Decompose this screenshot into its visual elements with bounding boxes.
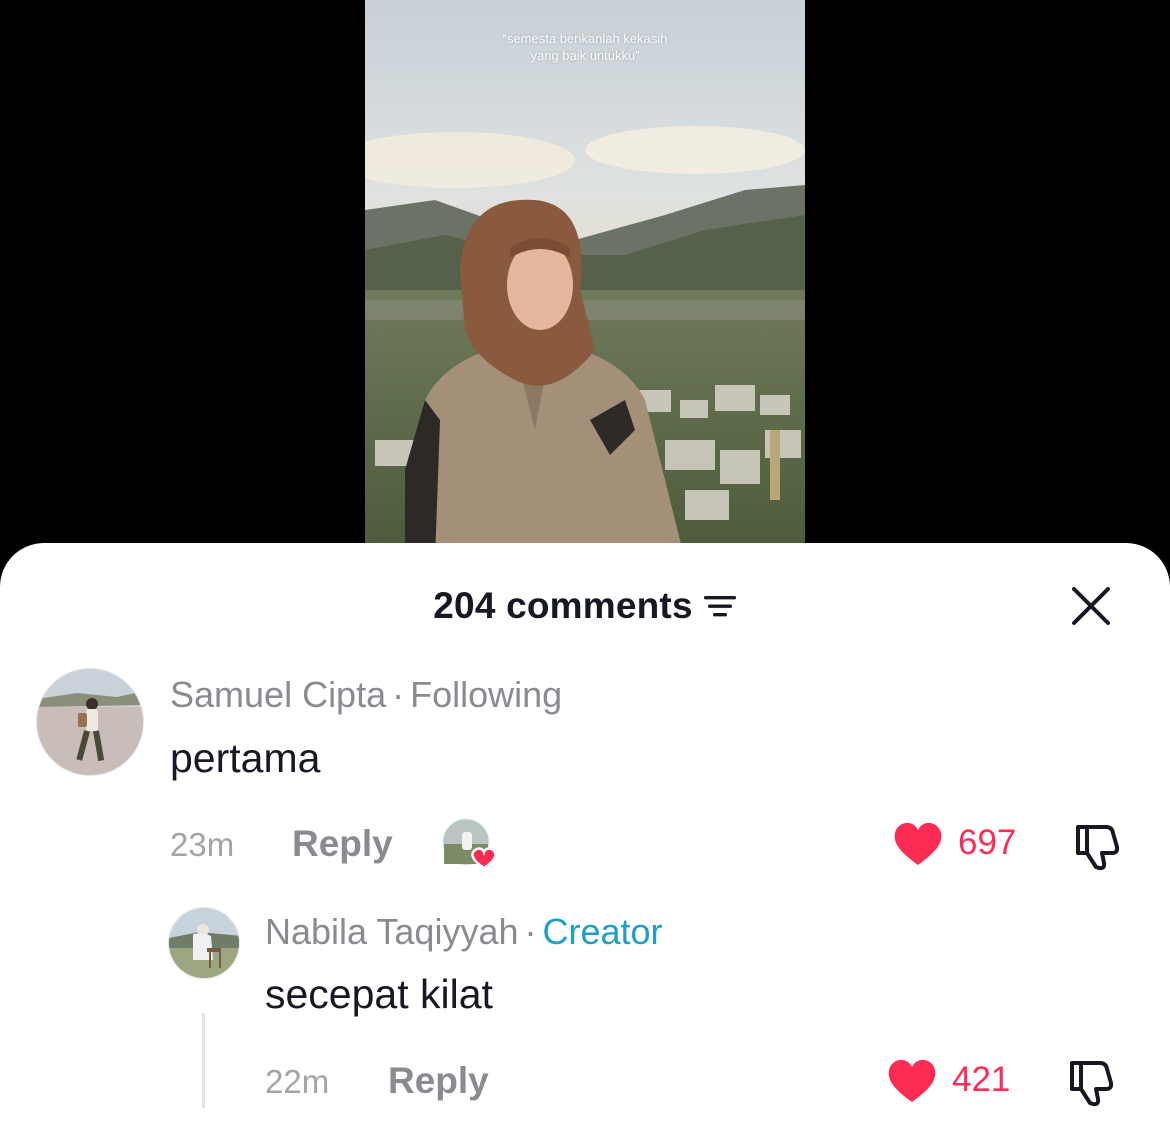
reply-text: secepat kilat xyxy=(265,971,493,1017)
video-caption: “semesta berikanlah kekasih yang baik un… xyxy=(365,30,805,64)
close-icon xyxy=(1072,587,1110,625)
like-count: 421 xyxy=(952,1060,1011,1099)
avatar[interactable] xyxy=(36,668,144,776)
creator-badge: Creator xyxy=(542,911,663,952)
like-button[interactable]: 421 xyxy=(886,1056,1010,1104)
comments-sheet: 204 comments Samuel Cipta · Following pe… xyxy=(0,543,1170,1131)
separator-dot: · xyxy=(524,911,537,952)
comments-header: 204 comments xyxy=(0,583,1170,629)
video-caption-line-2: yang baik untukku” xyxy=(530,48,640,63)
reply-button[interactable]: Reply xyxy=(388,1060,489,1102)
comment-text: pertama xyxy=(170,735,321,781)
comments-count-title: 204 comments xyxy=(433,585,693,626)
thumbs-down-icon xyxy=(1076,825,1120,871)
reply-time: 22m xyxy=(265,1063,330,1100)
video-caption-line-1: “semesta berikanlah kekasih xyxy=(502,31,668,46)
reply-button[interactable]: Reply xyxy=(292,823,393,865)
video-player[interactable]: “semesta berikanlah kekasih yang baik un… xyxy=(365,0,805,560)
separator-dot: · xyxy=(392,674,405,715)
reply-author[interactable]: Nabila Taqiyyah xyxy=(265,911,519,952)
app-screen: “semesta berikanlah kekasih yang baik un… xyxy=(0,0,1170,1131)
close-button[interactable] xyxy=(1068,583,1114,629)
thread-line xyxy=(202,1013,205,1108)
thumbs-down-icon xyxy=(1070,1061,1114,1107)
like-count: 697 xyxy=(958,823,1017,862)
comment-author[interactable]: Samuel Cipta xyxy=(170,674,386,715)
comment-time: 23m xyxy=(170,826,235,863)
comment-author-line: Samuel Cipta · Following xyxy=(170,674,562,716)
reply-author-line: Nabila Taqiyyah · Creator xyxy=(265,911,663,953)
filter-icon[interactable] xyxy=(703,592,737,620)
following-badge: Following xyxy=(410,674,563,715)
creator-liked-indicator xyxy=(442,818,502,870)
like-button[interactable]: 697 xyxy=(892,819,1016,867)
dislike-button[interactable] xyxy=(1072,821,1124,876)
dislike-button[interactable] xyxy=(1066,1057,1118,1112)
heart-icon xyxy=(894,822,942,865)
video-frame-image xyxy=(365,0,805,560)
avatar[interactable] xyxy=(168,907,240,979)
heart-icon xyxy=(888,1059,936,1102)
